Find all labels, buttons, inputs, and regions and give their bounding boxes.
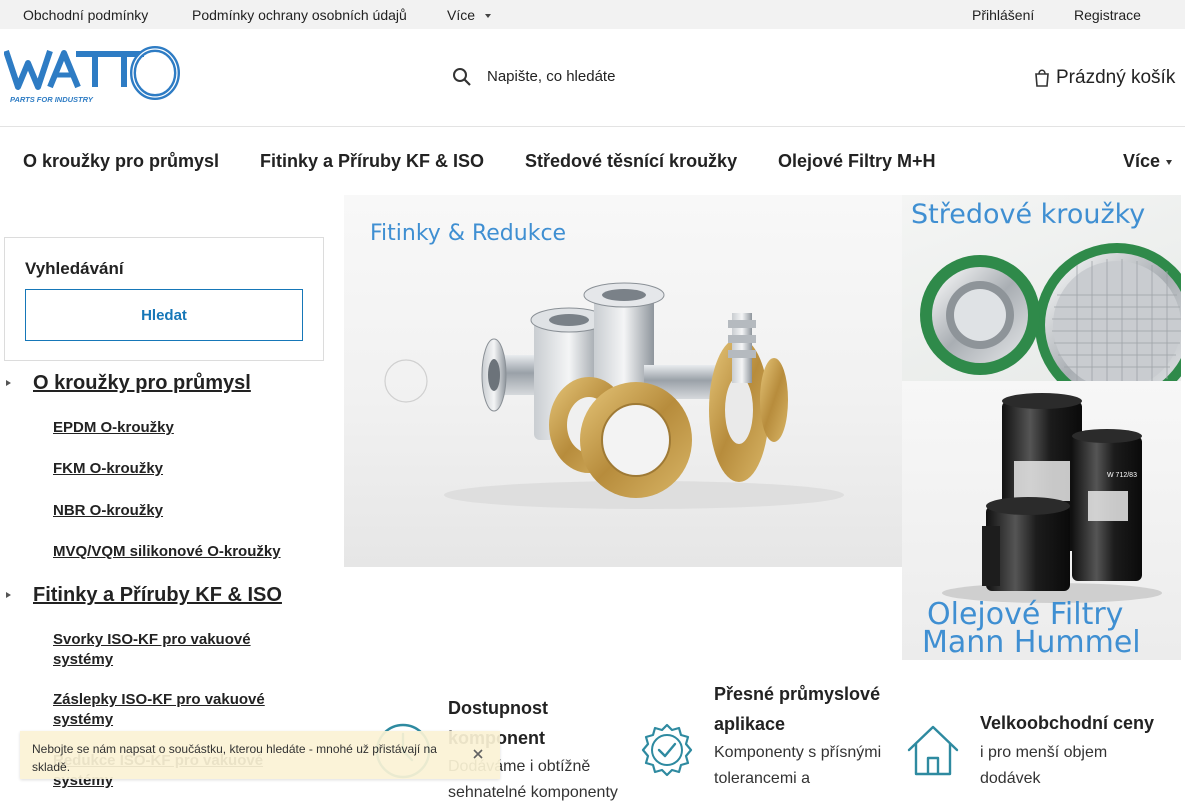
cart-label: Prázdný košík: [1056, 67, 1176, 88]
fittings-product-image: [384, 282, 844, 509]
watto-logo-icon: PARTS FOR INDUSTRY: [3, 46, 180, 104]
banner-oil-filters[interactable]: W 712/83 Olejové Filtry Mann Hummel: [902, 381, 1181, 660]
category-o-rings[interactable]: O kroužky pro průmysl: [33, 372, 251, 395]
terms-link[interactable]: Obchodní podmínky: [23, 7, 148, 23]
banner-oil-filters-title-2: Mann Hummel: [922, 625, 1141, 660]
search-icon[interactable]: [452, 67, 472, 87]
sidebar-search-box: Vyhledávání Hledat: [4, 237, 324, 361]
feature-wholesale-text: i pro menší objem dodávek: [980, 744, 1108, 787]
nav-item-oil-filters[interactable]: Olejové Filtry M+H: [778, 151, 936, 172]
info-notification-text: Nebojte se nám napsat o součástku, ktero…: [32, 742, 437, 774]
top-bar: Obchodní podmínky Podmínky ochrany osobn…: [0, 0, 1185, 29]
topbar-more-menu[interactable]: Více: [447, 7, 492, 23]
expand-arrow-icon[interactable]: [6, 592, 11, 598]
search-button[interactable]: Hledat: [25, 289, 303, 341]
nav-item-o-rings[interactable]: O kroužky pro průmysl: [23, 151, 219, 172]
cart-button[interactable]: Prázdný košík: [1034, 63, 1184, 93]
subcategory-fkm[interactable]: FKM O-kroužky: [53, 459, 308, 479]
logo-tagline: PARTS FOR INDUSTRY: [10, 95, 94, 104]
subcategory-clamps[interactable]: Svorky ISO-KF pro vakuové systémy: [53, 630, 308, 670]
banner-center-rings-title: Středové kroužky: [911, 199, 1146, 230]
subcategory-silicone[interactable]: MVQ/VQM silikonové O-kroužky: [53, 542, 308, 562]
feature-precision-title: Přesné průmyslové aplikace: [714, 684, 881, 734]
close-icon[interactable]: [472, 748, 484, 760]
chevron-down-icon: [1166, 159, 1173, 165]
info-notification-bar: Nebojte se nám napsat o součástku, ktero…: [20, 731, 500, 779]
main-navigation: O kroužky pro průmysl Fitinky a Příruby …: [0, 127, 1185, 195]
header: PARTS FOR INDUSTRY Napište, co hledáte P…: [0, 29, 1185, 127]
category-fittings[interactable]: Fitinky a Příruby KF & ISO: [33, 584, 282, 607]
nav-more-menu[interactable]: Více: [1123, 151, 1173, 172]
quality-check-icon: [641, 723, 693, 777]
login-link[interactable]: Přihlášení: [972, 7, 1034, 23]
chevron-down-icon: [485, 14, 492, 19]
nav-more-label: Více: [1123, 151, 1161, 171]
filter-label: W 712/83: [1107, 472, 1137, 479]
register-link[interactable]: Registrace: [1074, 7, 1141, 23]
privacy-link[interactable]: Podmínky ochrany osobních údajů: [192, 7, 407, 23]
expand-arrow-icon[interactable]: [6, 380, 11, 386]
subcategory-blanks[interactable]: Záslepky ISO-KF pro vakuové systémy: [53, 690, 308, 730]
banner-center-rings[interactable]: Středové kroužky: [902, 195, 1181, 381]
nav-item-fittings[interactable]: Fitinky a Příruby KF & ISO: [260, 151, 484, 172]
feature-wholesale-title: Velkoobchodní ceny: [980, 713, 1155, 733]
search-bar[interactable]: Napište, co hledáte: [452, 65, 812, 91]
home-icon: [907, 725, 959, 776]
topbar-more-label: Více: [447, 7, 476, 23]
feature-precision-text: Komponenty s přísnými tolerancemi a: [714, 744, 882, 787]
sidebar-search-title: Vyhledávání: [25, 259, 124, 278]
subcategory-epdm[interactable]: EPDM O-kroužky: [53, 418, 308, 438]
search-input[interactable]: Napište, co hledáte: [487, 68, 615, 85]
site-logo[interactable]: PARTS FOR INDUSTRY: [3, 45, 184, 105]
nav-item-center-rings[interactable]: Středové těsnící kroužky: [525, 151, 737, 172]
cart-icon: [1035, 69, 1049, 87]
subcategory-nbr[interactable]: NBR O-kroužky: [53, 501, 308, 521]
banner-fittings[interactable]: Fitinky & Redukce: [344, 195, 902, 567]
